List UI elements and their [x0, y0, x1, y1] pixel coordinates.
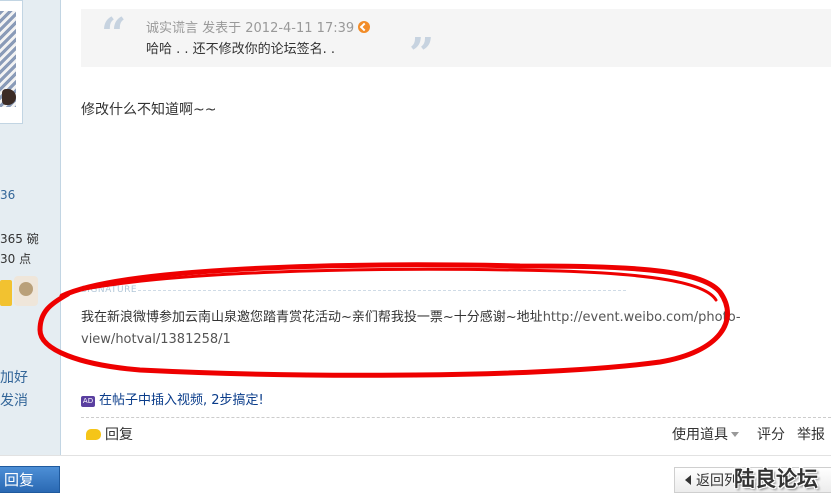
promo-text: 在帖子中插入视频, 2步搞定!: [99, 393, 264, 408]
medal-icons: [0, 276, 40, 308]
post-body: 修改什么不知道啊~~: [81, 102, 217, 118]
sidebar-stat-points: 30 点: [0, 252, 32, 266]
quote-text: 哈哈 . . 还不修改你的论坛签名. .: [146, 42, 336, 57]
quote-author: 诚实谎言 发表于 2012-4-11 17:39: [146, 21, 355, 36]
signature-message: 我在新浪微博参加云南山泉邀您踏青赏花活动~亲们帮我投一票~十分感谢~地址: [81, 310, 543, 325]
use-tool-menu[interactable]: 使用道具: [672, 424, 739, 444]
signature-divider: [138, 290, 626, 291]
reply-label: 回复: [105, 427, 133, 443]
quote-block: “ ” 诚实谎言 发表于 2012-4-11 17:39 哈哈 . . 还不修改…: [81, 9, 831, 77]
signature-text: 我在新浪微博参加云南山泉邀您踏青赏花活动~亲们帮我投一票~十分感谢~地址http…: [81, 307, 801, 351]
video-promo-link[interactable]: AD 在帖子中插入视频, 2步搞定!: [81, 389, 264, 408]
post-actions-divider: [81, 417, 831, 418]
report-link[interactable]: 举报: [797, 424, 825, 444]
medal-owl-icon: [14, 276, 38, 306]
quote-author-line: 诚实谎言 发表于 2012-4-11 17:39: [146, 17, 371, 36]
use-tool-label: 使用道具: [672, 427, 728, 443]
sidebar-stat-bowls: 365 碗: [0, 232, 39, 246]
sidebar-stat-posts[interactable]: 36: [0, 188, 15, 202]
ad-badge-icon: AD: [81, 396, 95, 407]
reply-button[interactable]: 回复: [0, 466, 60, 493]
reply-link[interactable]: 回复: [86, 424, 133, 444]
signature-label: SIGNATURE: [81, 285, 138, 295]
reply-bubble-icon: [86, 429, 101, 440]
close-quote-icon: ”: [409, 29, 435, 80]
medal-icon: [0, 280, 12, 306]
send-message-link[interactable]: 发消: [0, 390, 28, 410]
rate-link[interactable]: 评分: [757, 424, 785, 444]
jump-to-post-icon[interactable]: [358, 21, 371, 33]
avatar[interactable]: [0, 0, 23, 124]
open-quote-icon: “: [101, 9, 127, 60]
chevron-down-icon: [731, 432, 739, 437]
back-arrow-icon: [685, 475, 691, 485]
add-friend-link[interactable]: 加好: [0, 367, 28, 387]
forum-watermark: 陆良论坛: [734, 467, 818, 491]
